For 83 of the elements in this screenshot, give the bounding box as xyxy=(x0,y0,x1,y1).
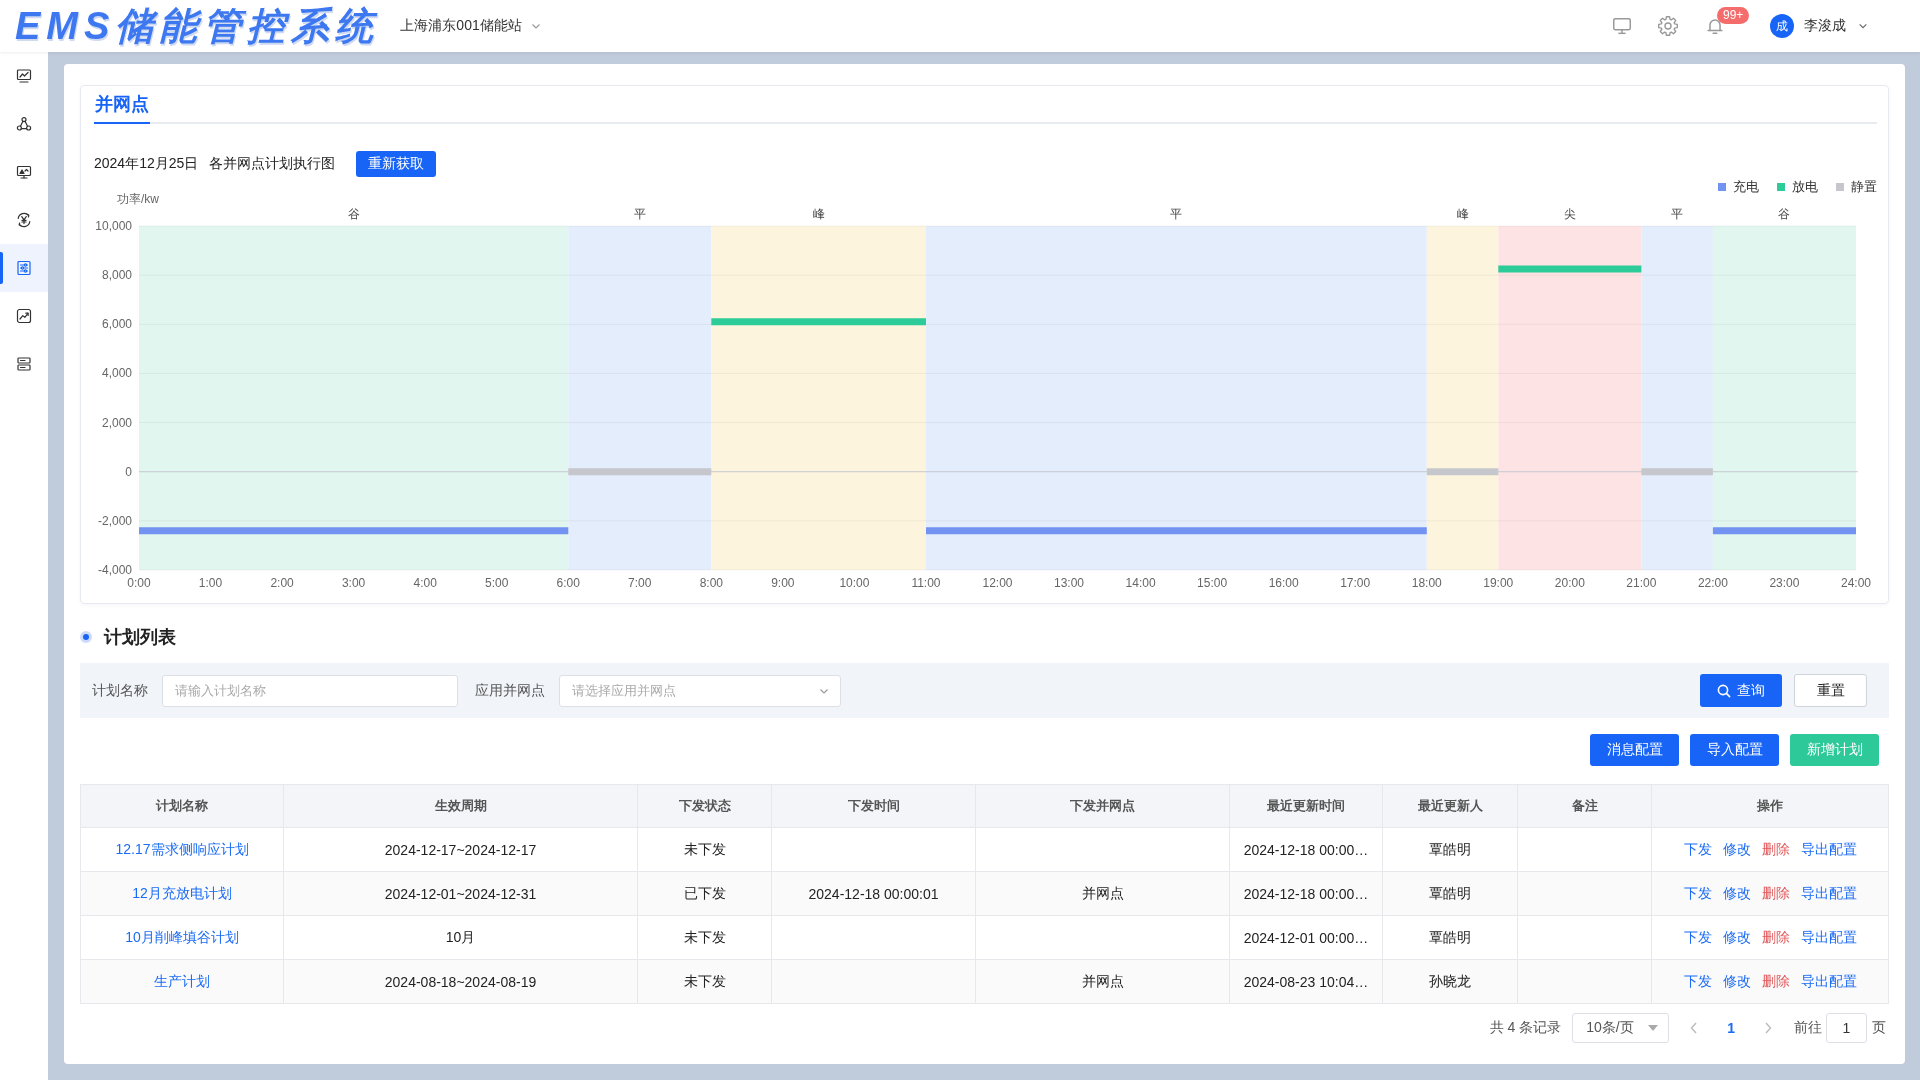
x-axis-label: 10:00 xyxy=(839,576,870,590)
table-cell: 2024-08-18~2024-08-19 xyxy=(283,959,638,1004)
x-axis-label: 2:00 xyxy=(270,576,294,590)
table-cell: 覃皓明 xyxy=(1382,915,1518,960)
column-header: 下发时间 xyxy=(771,784,976,828)
y-axis-label: 6,000 xyxy=(101,317,132,332)
x-axis-label: 17:00 xyxy=(1340,576,1371,590)
x-axis-label: 3:00 xyxy=(341,576,366,590)
table-cell: 未下发 xyxy=(637,827,772,872)
table-cell: 2024-12-01 00:00… xyxy=(1229,915,1383,960)
table-cell: 覃皓明 xyxy=(1382,871,1518,916)
x-axis-label: 19:00 xyxy=(1483,576,1514,590)
page-unit-label: 页 xyxy=(1872,1019,1886,1037)
table-cell: 并网点 xyxy=(975,959,1230,1004)
period-label: 平 xyxy=(1170,207,1183,221)
table-cell: 2024-12-18 00:00… xyxy=(1229,871,1383,916)
x-axis-label: 23:00 xyxy=(1769,576,1800,590)
y-axis-label: 10,000 xyxy=(95,219,132,233)
y-axis-label: 8,000 xyxy=(101,268,132,283)
table-cell: 2024-12-01~2024-12-31 xyxy=(283,871,638,916)
y-axis-label: -2,000 xyxy=(97,513,132,528)
table-cell: 未下发 xyxy=(637,959,772,1004)
x-axis-label: 20:00 xyxy=(1554,576,1585,590)
x-axis-label: 6:00 xyxy=(556,576,580,590)
period-label: 平 xyxy=(633,207,646,221)
x-axis-label: 14:00 xyxy=(1125,576,1156,590)
x-axis-label: 0:00 xyxy=(127,576,151,590)
filter-label: 应用并网点 xyxy=(475,681,545,700)
table-cell: 2024-12-17~2024-12-17 xyxy=(283,827,638,872)
x-axis-label: 9:00 xyxy=(771,576,795,590)
section-title: 计划列表 xyxy=(104,626,176,649)
x-axis-label: 18:00 xyxy=(1411,576,1442,590)
column-header: 计划名称 xyxy=(80,784,284,828)
table-cell: 已下发 xyxy=(637,871,772,916)
column-header: 最近更新人 xyxy=(1382,784,1518,828)
x-axis-label: 5:00 xyxy=(485,576,509,590)
y-axis-title: 功率/kw xyxy=(117,191,159,207)
notification-badge: 99+ xyxy=(1717,7,1750,24)
legend-label: 静置 xyxy=(1851,179,1877,195)
y-axis-label: 0 xyxy=(125,464,132,479)
table-cell: 未下发 xyxy=(637,915,772,960)
column-header: 下发状态 xyxy=(637,784,772,828)
x-axis-label: 16:00 xyxy=(1268,576,1299,590)
x-axis-label: 11:00 xyxy=(911,576,941,590)
column-header: 操作 xyxy=(1651,784,1889,828)
table-cell: 10月 xyxy=(283,915,638,960)
legend-label: 充电 xyxy=(1733,179,1759,195)
table-cell: 2024-12-18 00:00… xyxy=(1229,827,1383,872)
period-label: 谷 xyxy=(347,207,360,221)
period-label: 平 xyxy=(1671,207,1684,221)
table-cell: 2024-12-18 00:00:01 xyxy=(771,871,976,916)
column-header: 生效周期 xyxy=(283,784,638,828)
table-cell: 覃皓明 xyxy=(1382,827,1518,872)
column-header: 最近更新时间 xyxy=(1229,784,1383,828)
x-axis-label: 8:00 xyxy=(699,576,723,590)
table-cell: 并网点 xyxy=(975,871,1230,916)
y-axis-label: 2,000 xyxy=(101,415,132,430)
column-header: 下发并网点 xyxy=(975,784,1230,828)
table-cell: 2024-08-23 10:04… xyxy=(1229,959,1383,1004)
x-axis-label: 12:00 xyxy=(982,576,1013,590)
period-label: 峰 xyxy=(812,207,825,221)
x-axis-label: 7:00 xyxy=(628,576,652,590)
app-logo: EMS储能管控系统 xyxy=(15,4,380,48)
x-axis-label: 13:00 xyxy=(1054,576,1085,590)
total-count: 共 4 条记录 xyxy=(1489,1019,1562,1037)
period-label: 谷 xyxy=(1778,207,1791,221)
x-axis-label: 24:00 xyxy=(1841,576,1871,590)
chart-date: 2024年12月25日 xyxy=(94,155,199,173)
x-axis-label: 4:00 xyxy=(413,576,437,590)
legend-label: 放电 xyxy=(1792,179,1818,195)
x-axis-label: 21:00 xyxy=(1626,576,1657,590)
period-label: 峰 xyxy=(1456,207,1469,221)
x-axis-label: 15:00 xyxy=(1197,576,1228,590)
table-cell: 孙晓龙 xyxy=(1382,959,1518,1004)
x-axis-label: 1:00 xyxy=(198,576,223,590)
y-axis-label: 4,000 xyxy=(101,366,132,381)
y-axis-label: -4,000 xyxy=(97,563,132,577)
period-label: 尖 xyxy=(1563,207,1576,221)
column-header: 备注 xyxy=(1517,784,1652,828)
chart-subtitle: 各并网点计划执行图 xyxy=(209,155,336,173)
x-axis-label: 22:00 xyxy=(1697,576,1728,590)
filter-label: 计划名称 xyxy=(92,681,148,700)
jump-label: 前往 xyxy=(1794,1019,1822,1037)
